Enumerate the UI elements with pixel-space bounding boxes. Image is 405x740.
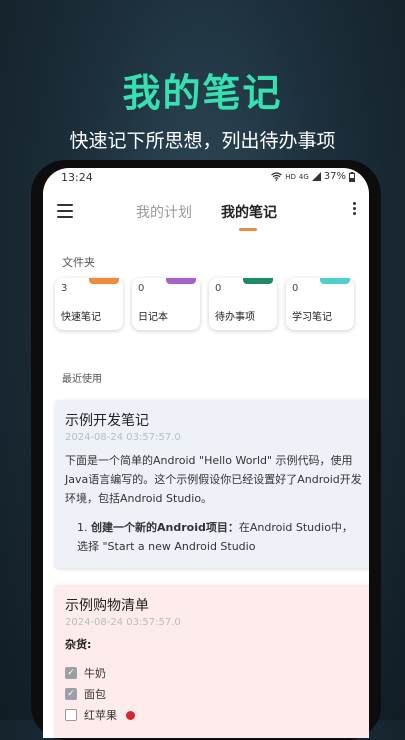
folders-label: 文件夹 bbox=[62, 256, 95, 269]
signal-icon bbox=[311, 172, 321, 181]
checklist-item-label: 面包 bbox=[84, 687, 106, 701]
app-screen: 13:24 HD 4G 37% 我的计划 我的笔记 文件夹 3 快速笔记 0 日… bbox=[43, 168, 369, 738]
note-body: 下面是一个简单的Android "Hello World" 示例代码，使用Jav… bbox=[65, 454, 362, 505]
folder-color-tag bbox=[89, 278, 119, 284]
tab-my-plan[interactable]: 我的计划 bbox=[136, 202, 192, 222]
folder-color-tag bbox=[320, 278, 350, 284]
folder-card[interactable]: 3 快速笔记 bbox=[55, 278, 123, 330]
battery-icon bbox=[349, 171, 355, 182]
battery-text: 37% bbox=[323, 171, 346, 182]
menu-icon[interactable] bbox=[57, 204, 73, 218]
network-badge: HD bbox=[285, 172, 296, 181]
folder-card[interactable]: 0 学习笔记 bbox=[286, 278, 354, 330]
list-bold-text: 创建一个新的Android项目： bbox=[91, 521, 239, 534]
folder-name: 学习笔记 bbox=[292, 312, 332, 323]
folder-count: 0 bbox=[292, 283, 299, 294]
note-title: 示例开发笔记 bbox=[65, 413, 149, 429]
active-tab-indicator bbox=[239, 228, 257, 231]
signal-badge: 4G bbox=[298, 172, 309, 181]
checkbox-unchecked[interactable] bbox=[65, 708, 77, 721]
wifi-icon bbox=[271, 172, 283, 181]
folder-name: 日记本 bbox=[138, 312, 168, 323]
promo-title: 我的笔记 bbox=[122, 71, 283, 115]
note-title: 示例购物清单 bbox=[65, 598, 149, 614]
note-list-item: 1. 创建一个新的Android项目：在Android Studio中，选择 "… bbox=[65, 518, 363, 556]
top-app-bar: 我的计划 我的笔记 bbox=[43, 190, 369, 236]
folder-count: 0 bbox=[138, 283, 145, 294]
folder-card[interactable]: 0 待办事项 bbox=[209, 278, 277, 330]
folder-name: 快速笔记 bbox=[61, 312, 101, 323]
promo-subtitle: 快速记下所思想，列出待办事项 bbox=[69, 130, 336, 152]
list-number: 1. bbox=[77, 521, 88, 534]
folder-name: 待办事项 bbox=[215, 312, 255, 323]
more-vert-icon[interactable] bbox=[353, 202, 357, 217]
checkbox-checked[interactable]: ✓ bbox=[65, 666, 77, 679]
folder-list: 3 快速笔记 0 日记本 0 待办事项 0 学习笔记 bbox=[55, 278, 365, 330]
note-date: 2024-08-24 03:57:57.0 bbox=[65, 617, 181, 628]
checklist-item[interactable]: ✓ 面包 bbox=[65, 683, 363, 704]
status-icons: HD 4G 37% bbox=[271, 171, 355, 182]
folder-color-tag bbox=[166, 278, 196, 284]
checklist-item-label: 牛奶 bbox=[84, 666, 106, 680]
recent-label: 最近使用 bbox=[62, 374, 102, 385]
checklist-item[interactable]: ✓ 牛奶 bbox=[65, 662, 363, 683]
folder-count: 3 bbox=[61, 283, 68, 294]
tab-my-notes[interactable]: 我的笔记 bbox=[221, 202, 277, 222]
apple-icon bbox=[126, 711, 135, 720]
note-card[interactable]: 示例购物清单 2024-08-24 03:57:57.0 杂货: ✓ 牛奶 ✓ … bbox=[55, 585, 369, 738]
folder-count: 0 bbox=[215, 283, 222, 294]
checkbox-checked[interactable]: ✓ bbox=[65, 687, 77, 700]
checklist-item[interactable]: 红苹果 bbox=[65, 704, 363, 725]
folder-color-tag bbox=[243, 278, 273, 284]
checklist-group-title: 杂货: bbox=[65, 638, 92, 651]
status-time: 13:24 bbox=[61, 171, 93, 184]
status-bar: 13:24 HD 4G 37% bbox=[43, 168, 369, 188]
folder-card[interactable]: 0 日记本 bbox=[132, 278, 200, 330]
note-date: 2024-08-24 03:57:57.0 bbox=[65, 432, 181, 443]
note-card[interactable]: 示例开发笔记 2024-08-24 03:57:57.0 下面是一个简单的And… bbox=[55, 400, 369, 568]
phone-frame: 13:24 HD 4G 37% 我的计划 我的笔记 文件夹 3 快速笔记 0 日… bbox=[31, 160, 381, 740]
checklist-item-label: 红苹果 bbox=[84, 708, 117, 722]
